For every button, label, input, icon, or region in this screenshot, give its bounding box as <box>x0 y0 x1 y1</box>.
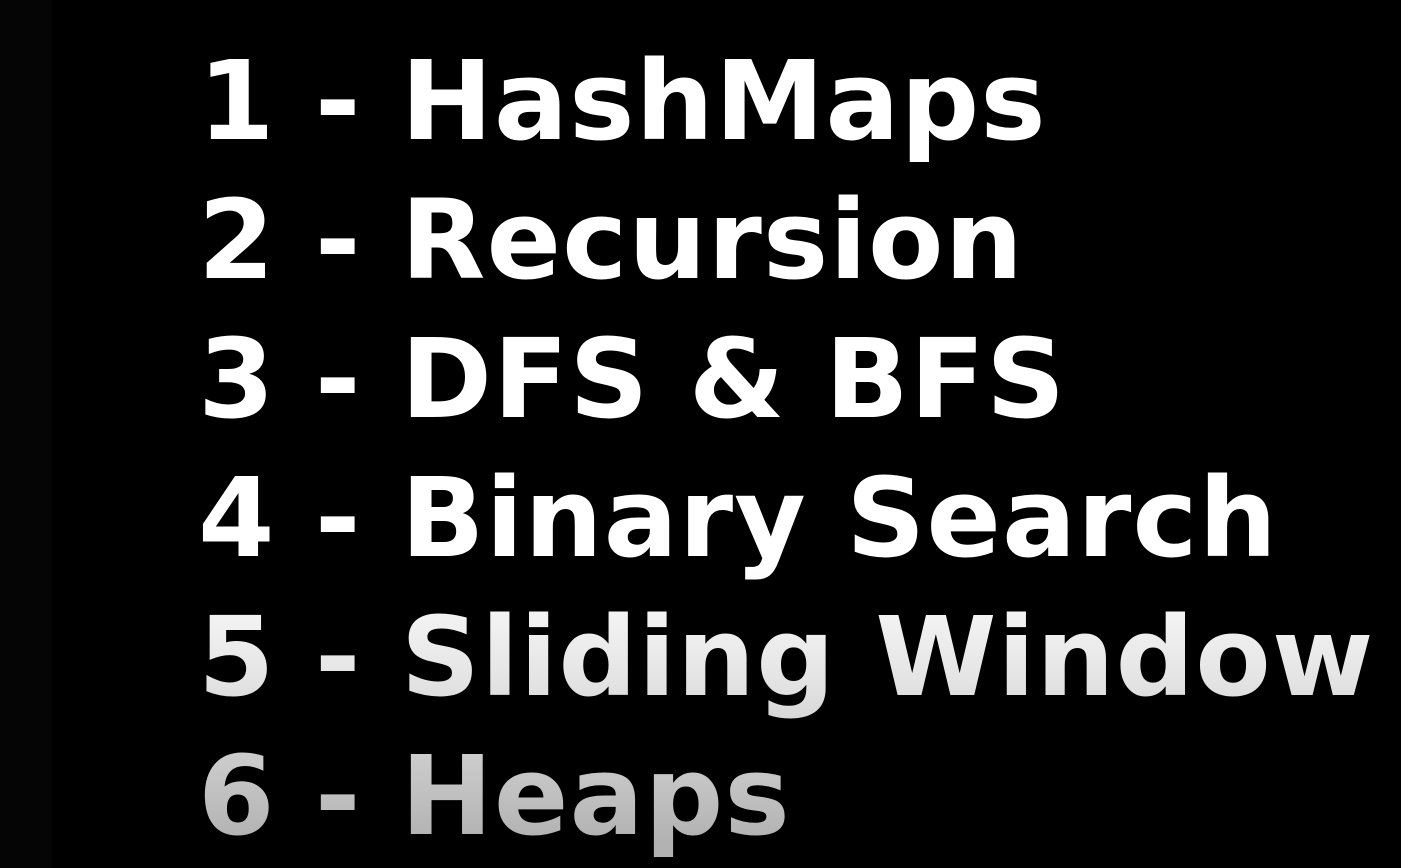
topic-list: 1 - HashMaps 2 - Recursion 3 - DFS & BFS… <box>198 32 1375 866</box>
topic-item-dfs-bfs: 3 - DFS & BFS <box>198 310 1375 449</box>
topic-item-recursion: 2 - Recursion <box>198 171 1375 310</box>
topic-item-binary-search: 4 - Binary Search <box>198 449 1375 588</box>
topic-item-sliding-window: 5 - Sliding Window <box>198 588 1375 727</box>
topic-item-hashmaps: 1 - HashMaps <box>198 32 1375 171</box>
left-edge-band <box>0 0 52 868</box>
topic-item-heaps: 6 - Heaps <box>198 727 1375 866</box>
